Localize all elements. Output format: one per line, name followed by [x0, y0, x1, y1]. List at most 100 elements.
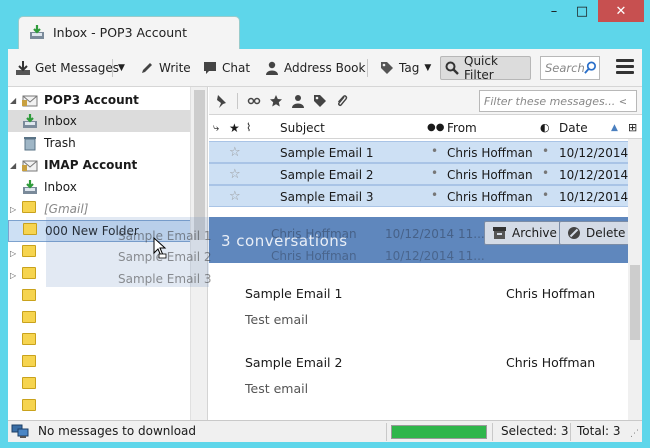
quick-filter-button[interactable]: Quick Filter — [440, 54, 531, 82]
pin-icon[interactable] — [215, 94, 229, 108]
column-date[interactable]: Date — [559, 121, 588, 135]
read-column-icon[interactable]: ●● — [427, 122, 444, 133]
write-button[interactable]: Write — [136, 56, 195, 80]
folder-icon — [22, 289, 38, 305]
status-divider — [386, 423, 387, 441]
junk-status-icon[interactable]: • — [542, 144, 549, 158]
folder-label: POP3 Account — [44, 93, 139, 107]
folder-row[interactable] — [8, 308, 207, 330]
folder-label: Trash — [44, 136, 76, 150]
archive-label: Archive — [512, 226, 557, 240]
conversation-snippet: Test email — [245, 381, 309, 396]
read-status-icon[interactable]: • — [431, 144, 438, 158]
folder-icon — [22, 311, 38, 327]
column-picker-icon[interactable]: ⊞ — [628, 121, 637, 134]
folder-trash[interactable]: Trash — [8, 132, 207, 154]
folder-pop3-inbox[interactable]: Inbox — [8, 110, 207, 132]
online-status-icon[interactable] — [11, 423, 29, 439]
search-icon — [584, 61, 596, 74]
collapse-icon[interactable]: ◢ — [10, 161, 20, 170]
resize-grip-icon[interactable]: ⋰ — [630, 429, 639, 439]
filter-placeholder: Filter these messages... <Ctrl+Shift+K> — [484, 95, 626, 108]
tab-inbox[interactable]: Inbox - POP3 Account — [18, 16, 240, 50]
message-list-scrollbar[interactable] — [628, 139, 642, 217]
quick-filter-bar: Filter these messages... <Ctrl+Shift+K> — [209, 87, 642, 115]
folder-row[interactable] — [8, 286, 207, 308]
star-toggle-icon[interactable]: ☆ — [229, 167, 241, 182]
address-book-button[interactable]: Address Book — [261, 56, 369, 80]
star-icon[interactable] — [269, 94, 283, 108]
trash-icon — [24, 137, 36, 151]
message-date: 10/12/2014 11... — [559, 168, 629, 182]
filter-messages-input[interactable]: Filter these messages... <Ctrl+Shift+K> — [479, 90, 637, 112]
conversation-subject: Sample Email 2 — [245, 355, 343, 370]
thread-column-icon[interactable]: ⤷ — [213, 121, 219, 135]
search-placeholder: Search — [545, 61, 585, 75]
tag-icon — [381, 62, 393, 74]
folder-row[interactable] — [8, 396, 207, 418]
preview-scrollbar[interactable] — [628, 217, 642, 420]
conversation-from: Chris Hoffman — [506, 355, 596, 370]
tag-icon[interactable] — [313, 94, 327, 108]
chat-button[interactable]: Chat — [199, 56, 254, 80]
delete-button[interactable]: Delete — [559, 221, 634, 245]
minimize-button[interactable]: – — [540, 0, 568, 22]
folder-row[interactable] — [8, 330, 207, 352]
close-button[interactable]: ✕ — [598, 0, 644, 22]
contact-icon[interactable] — [291, 94, 305, 108]
unread-icon[interactable] — [247, 94, 261, 108]
attachment-icon[interactable] — [335, 94, 349, 108]
conversation-count: 3 conversations — [221, 232, 348, 250]
folder-row[interactable] — [8, 374, 207, 396]
folder-row[interactable] — [8, 352, 207, 374]
download-icon — [16, 61, 30, 75]
pencil-icon — [142, 63, 152, 73]
folder-icon — [22, 399, 38, 415]
column-from[interactable]: From — [447, 121, 477, 135]
folder-imap-inbox[interactable]: Inbox — [8, 176, 207, 198]
get-messages-dropdown-arrow-icon[interactable]: ▼ — [114, 56, 129, 80]
star-toggle-icon[interactable]: ☆ — [229, 189, 241, 204]
folder-label: [Gmail] — [44, 202, 89, 216]
read-status-icon[interactable]: • — [431, 188, 438, 202]
scrollbar-thumb[interactable] — [630, 265, 640, 340]
read-status-icon[interactable]: • — [431, 166, 438, 180]
expand-icon[interactable]: ▷ — [10, 249, 20, 258]
toolbar-divider — [367, 59, 368, 77]
folder-icon — [23, 223, 39, 239]
table-row[interactable]: ☆ Sample Email 1 • Chris Hoffman • 10/12… — [209, 141, 629, 163]
inbox-icon — [23, 180, 37, 194]
star-toggle-icon[interactable]: ☆ — [229, 145, 241, 160]
tab-bar: Inbox - POP3 Account – □ ✕ — [0, 0, 650, 50]
maximize-button[interactable]: □ — [568, 0, 596, 22]
folder-imap-account[interactable]: ◢ IMAP Account — [8, 154, 207, 176]
column-header-row: ⤷ ★ ⌇ Subject ●● From ◐ Date ▲ ⊞ — [209, 117, 642, 139]
column-subject[interactable]: Subject — [280, 121, 325, 135]
get-messages-button[interactable]: Get Messages — [12, 56, 123, 80]
table-row[interactable]: ☆ Sample Email 2 • Chris Hoffman • 10/12… — [209, 163, 629, 185]
table-row[interactable]: ☆ Sample Email 3 • Chris Hoffman • 10/12… — [209, 185, 629, 207]
folder-pop3-account[interactable]: ◢ POP3 Account — [8, 89, 207, 111]
expand-icon[interactable]: ▷ — [10, 205, 20, 214]
message-from: Chris Hoffman — [447, 146, 533, 160]
junk-status-icon[interactable]: • — [542, 166, 549, 180]
message-subject: Sample Email 3 — [280, 190, 374, 204]
total-count: Total: 3 — [577, 424, 621, 438]
quick-filter-label: Quick Filter — [464, 54, 498, 82]
folder-label: IMAP Account — [44, 158, 138, 172]
junk-status-icon[interactable]: • — [542, 188, 549, 202]
junk-column-icon[interactable]: ◐ — [540, 121, 550, 134]
drag-cursor-icon — [153, 237, 167, 259]
folder-label: Inbox — [44, 180, 77, 194]
tag-button[interactable]: Tag ▼ — [376, 56, 435, 80]
star-column-icon[interactable]: ★ — [229, 121, 240, 135]
folder-icon — [22, 201, 38, 217]
folder-icon — [22, 267, 38, 283]
archive-icon — [493, 227, 506, 239]
ghost-date: 10/12/2014 11... — [385, 227, 485, 241]
attachment-column-icon[interactable]: ⌇ — [246, 121, 251, 134]
collapse-icon[interactable]: ◢ — [10, 96, 20, 105]
expand-icon[interactable]: ▷ — [10, 271, 20, 280]
archive-button[interactable]: Archive — [484, 221, 565, 245]
app-menu-icon[interactable] — [616, 59, 634, 75]
